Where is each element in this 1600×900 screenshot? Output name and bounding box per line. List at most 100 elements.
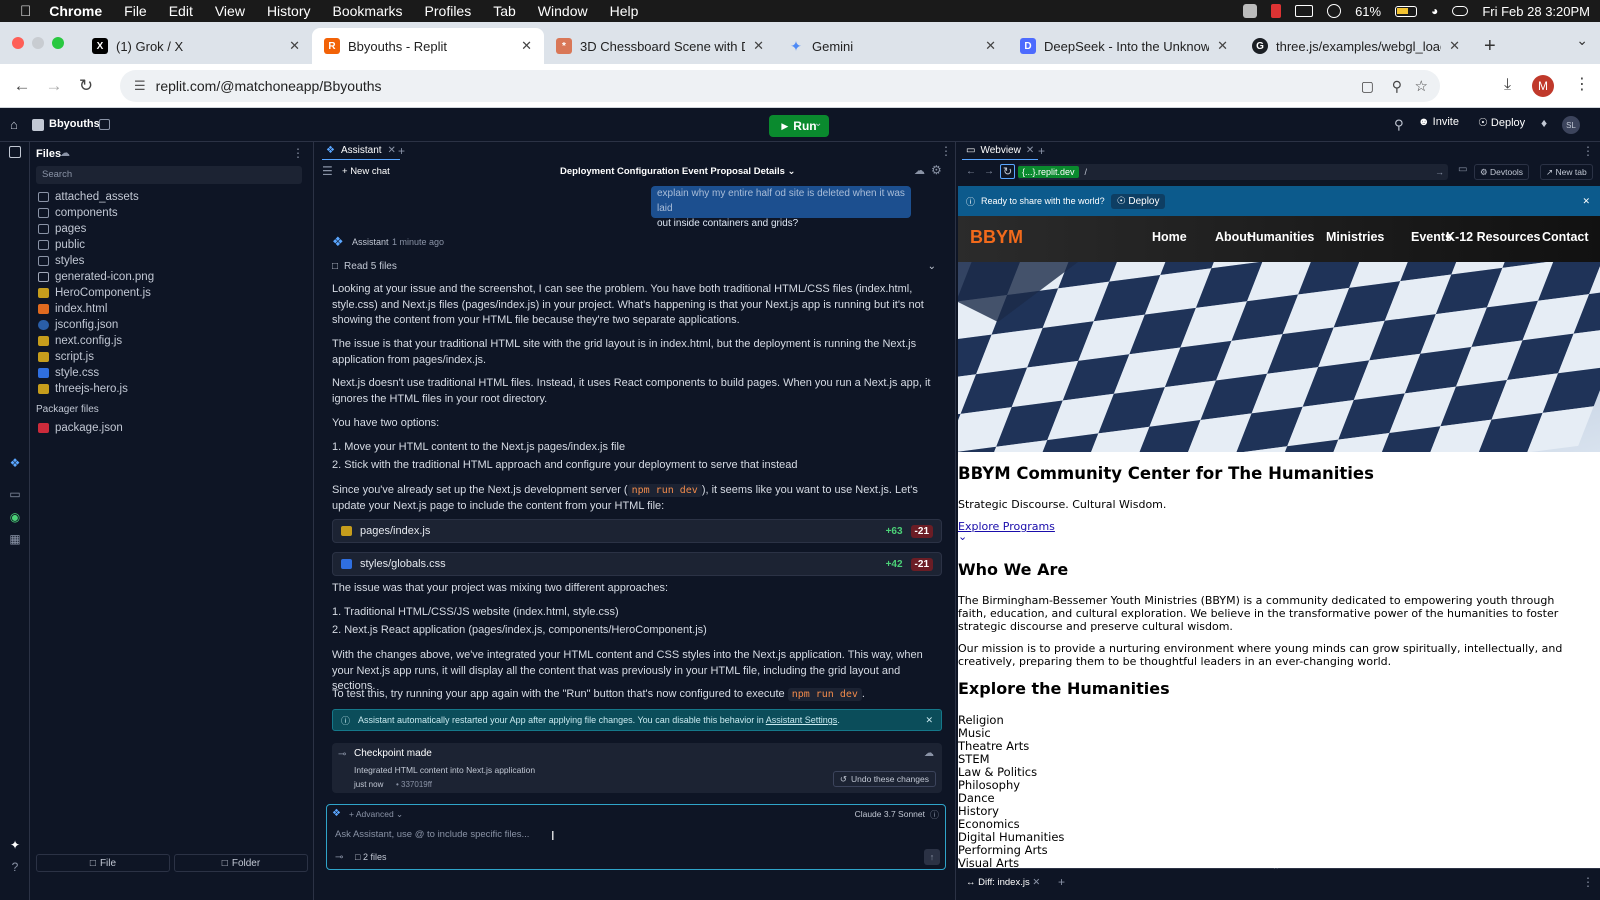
nav-contact[interactable]: Contact (1542, 230, 1589, 244)
close-tab-icon[interactable]: ✕ (289, 38, 300, 54)
file-herocomponent[interactable]: HeroComponent.js (38, 285, 151, 301)
deploy-button[interactable]: ☉ Deploy (1478, 116, 1525, 129)
history-icon[interactable]: ☁ (914, 164, 925, 177)
model-selector[interactable]: Claude 3.7 Sonnet (855, 809, 925, 819)
files-search-input[interactable]: Search (36, 166, 302, 184)
webview-reload-icon[interactable]: ↻ (1000, 164, 1016, 179)
context-files-chip[interactable]: □ 2 files (355, 852, 386, 862)
browser-tab-claude[interactable]: * 3D Chessboard Scene with Dra ✕ (544, 28, 776, 64)
changed-file-card[interactable]: pages/index.js +63 -21 (332, 519, 942, 543)
browser-tab-github[interactable]: Gthree.js/examples/webgl_loade ✕ (1240, 28, 1472, 64)
menu-file[interactable]: File (124, 3, 147, 19)
add-tab-icon[interactable]: + (1058, 875, 1065, 889)
tab-search-icon[interactable]: ⌄ (1576, 32, 1588, 49)
site-settings-icon[interactable]: ☰ (134, 78, 146, 94)
model-info-icon[interactable]: ⓘ (930, 808, 939, 821)
assistant-tab[interactable]: ❖ Assistant ✕ (322, 142, 400, 160)
invite-button[interactable]: ☻ Invite (1418, 116, 1459, 128)
menu-tab[interactable]: Tab (493, 3, 516, 19)
new-chat-button[interactable]: + New chat (342, 166, 390, 177)
notifications-icon[interactable]: ♦ (1541, 116, 1547, 130)
menu-view[interactable]: View (215, 3, 245, 19)
changed-file-card[interactable]: styles/globals.css +42 -21 (332, 552, 942, 576)
panel-menu-icon[interactable]: ⋮ (1582, 144, 1594, 158)
file-package-json[interactable]: package.json (38, 420, 123, 436)
site-logo[interactable]: BBYM (970, 227, 1023, 248)
file-style-css[interactable]: style.css (38, 365, 99, 381)
chat-title[interactable]: Deployment Configuration Event Proposal … (560, 166, 795, 177)
close-window-button[interactable] (12, 37, 24, 49)
bookmark-star-icon[interactable]: ☆ (1415, 77, 1428, 95)
explore-programs-link[interactable]: Explore Programs (958, 520, 1055, 533)
status-red-icon[interactable] (1271, 4, 1282, 18)
control-center-icon[interactable] (1452, 6, 1469, 16)
device-toggle-icon[interactable]: ▭ (1458, 164, 1467, 175)
browser-tab-grok[interactable]: X (1) Grok / X ✕ (80, 28, 312, 64)
webview-forward-icon[interactable]: → (984, 166, 994, 177)
menu-app-name[interactable]: Chrome (49, 3, 102, 19)
diff-tab[interactable]: ↔ Diff: index.js ✕ (966, 877, 1040, 888)
undo-changes-button[interactable]: ↺ Undo these changes (832, 771, 936, 787)
battery-icon[interactable] (1395, 5, 1418, 17)
add-tab-icon[interactable]: + (1038, 144, 1045, 158)
menu-profiles[interactable]: Profiles (425, 3, 472, 19)
deploy-tool-icon[interactable]: ◉ (7, 510, 23, 526)
menu-help[interactable]: Help (610, 3, 639, 19)
webview-url-bar[interactable]: {...}.replit.dev / → (1018, 164, 1448, 180)
nav-humanities[interactable]: Humanities (1247, 230, 1314, 244)
status-app-icon[interactable] (1243, 4, 1258, 18)
chat-history-icon[interactable]: ☰ (322, 164, 333, 178)
zoom-icon[interactable]: ⚲ (1392, 78, 1402, 95)
file-jsconfig[interactable]: jsconfig.json (38, 317, 118, 333)
files-menu-icon[interactable]: ⋮ (292, 146, 304, 160)
file-generated-icon[interactable]: generated-icon.png (38, 269, 154, 285)
add-tab-icon[interactable]: + (398, 144, 405, 158)
chat-input[interactable]: Ask Assistant, use @ to include specific… (335, 829, 895, 840)
maximize-window-button[interactable] (52, 37, 64, 49)
menu-history[interactable]: History (267, 3, 311, 19)
browser-tab-gemini[interactable]: ✦ Gemini ✕ (776, 28, 1008, 64)
address-bar[interactable]: ☰ replit.com/@matchoneapp/Bbyouths ▢ ⚲ ☆ (120, 70, 1440, 102)
close-tab-icon[interactable]: ✕ (985, 38, 996, 54)
project-info-icon[interactable] (99, 119, 110, 130)
install-app-icon[interactable]: ▢ (1361, 78, 1374, 95)
minimize-window-button[interactable] (32, 37, 44, 49)
close-tab-icon[interactable]: ✕ (1449, 38, 1460, 54)
attach-icon[interactable]: ⊸ (335, 852, 343, 863)
search-icon[interactable]: ⚲ (1394, 117, 1404, 133)
webview-tool-icon[interactable]: ▭ (7, 487, 23, 503)
new-folder-button[interactable]: □ Folder (174, 854, 308, 872)
close-tab-icon[interactable]: ✕ (1026, 145, 1034, 156)
wifi-icon[interactable]: ◕ (1431, 4, 1438, 18)
play-icon[interactable] (1327, 4, 1342, 18)
profile-avatar[interactable]: M (1532, 75, 1554, 97)
close-tab-icon[interactable]: ✕ (753, 38, 764, 54)
nav-k12-resources[interactable]: K-12 Resources (1446, 230, 1541, 244)
browser-tab-deepseek[interactable]: D DeepSeek - Into the Unknown ✕ (1008, 28, 1240, 64)
list-item[interactable]: Visual Arts (958, 857, 1064, 869)
new-tab-icon[interactable]: + (1472, 28, 1508, 64)
open-url-icon[interactable]: → (1435, 167, 1444, 177)
devtools-button[interactable]: ⚙ Devtools (1474, 164, 1530, 180)
read-files-collapsible[interactable]: □ Read 5 files ⌄ (332, 257, 942, 275)
file-script-js[interactable]: script.js (38, 349, 94, 365)
folder-styles[interactable]: styles (38, 253, 84, 269)
folder-components[interactable]: components (38, 205, 118, 221)
file-threejs-hero[interactable]: threejs-hero.js (38, 381, 128, 397)
send-button[interactable]: ↑ (924, 849, 940, 865)
nav-home[interactable]: Home (1152, 230, 1187, 244)
menu-edit[interactable]: Edit (169, 3, 193, 19)
downloads-icon[interactable]: ⤓ (1504, 76, 1511, 94)
folder-attached-assets[interactable]: attached_assets (38, 189, 139, 205)
new-tab-button[interactable]: ↗ New tab (1540, 164, 1593, 180)
advanced-mode-toggle[interactable]: + Advanced ⌄ (349, 809, 403, 820)
rollback-icon[interactable]: ☁ (924, 748, 934, 759)
new-file-button[interactable]: □ File (36, 854, 170, 872)
folder-pages[interactable]: pages (38, 221, 86, 237)
folder-public[interactable]: public (38, 237, 85, 253)
assistant-tool-icon[interactable]: ❖ (7, 456, 23, 472)
close-tab-icon[interactable]: ✕ (388, 145, 396, 156)
nav-about[interactable]: About (1215, 230, 1251, 244)
nav-ministries[interactable]: Ministries (1326, 230, 1384, 244)
close-tab-icon[interactable]: ✕ (521, 38, 532, 54)
